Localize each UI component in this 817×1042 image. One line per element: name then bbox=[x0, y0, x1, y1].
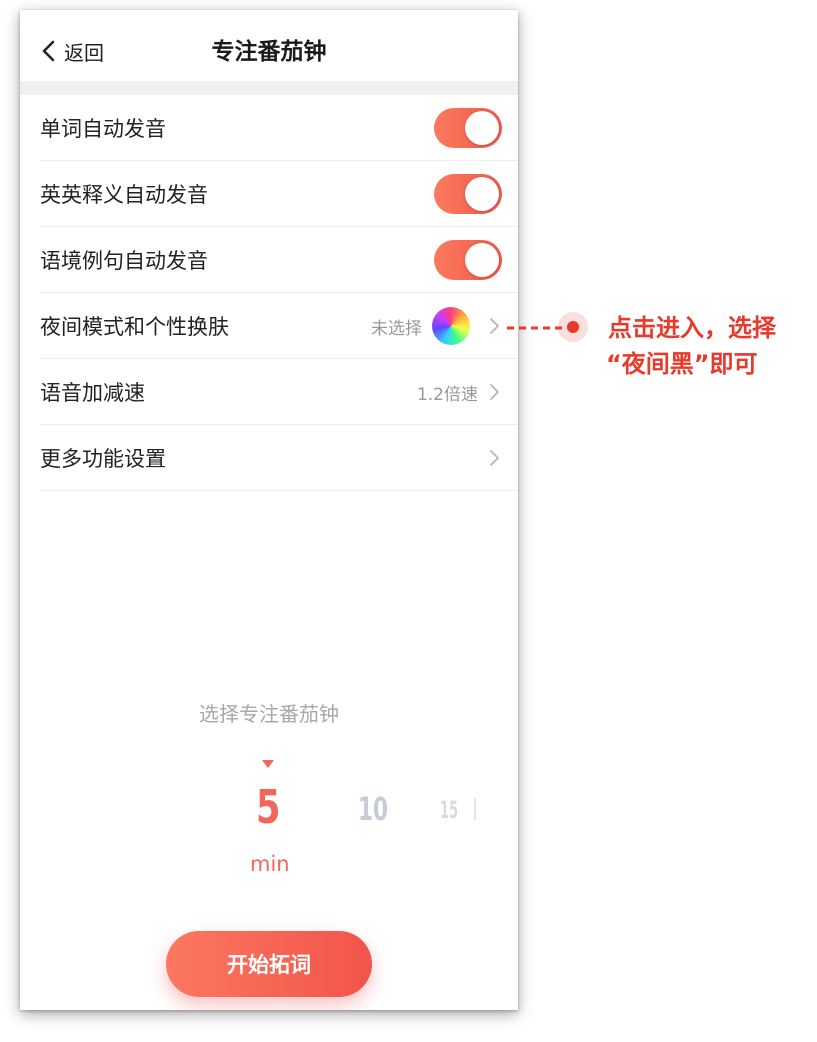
section-divider bbox=[20, 81, 518, 95]
picker-unit: min bbox=[250, 852, 290, 876]
annotation-dot bbox=[567, 321, 579, 333]
toggle-knob bbox=[465, 111, 499, 145]
setting-label: 语音加减速 bbox=[40, 381, 145, 405]
example-pronounce-toggle[interactable] bbox=[434, 240, 502, 280]
word-pronounce-toggle[interactable] bbox=[434, 108, 502, 148]
setting-label: 语境例句自动发音 bbox=[40, 249, 208, 273]
picker-pointer-icon bbox=[262, 760, 274, 768]
toggle-knob bbox=[465, 177, 499, 211]
chevron-right-icon bbox=[490, 450, 499, 466]
annotation-line-2: “夜间黑”即可 bbox=[606, 350, 758, 378]
page-title: 专注番茄钟 bbox=[211, 39, 327, 65]
settings-list: 单词自动发音 英英释义自动发音 语境例句自动发音 夜间模式和个性换肤 未选择 语… bbox=[20, 95, 518, 491]
start-button-label: 开始拓词 bbox=[227, 953, 311, 977]
setting-label: 更多功能设置 bbox=[40, 447, 166, 471]
setting-value: 1.2倍速 bbox=[416, 384, 478, 405]
setting-label: 单词自动发音 bbox=[40, 117, 166, 141]
nav-bar: 返回 专注番茄钟 bbox=[20, 10, 518, 81]
setting-row-speech-speed[interactable]: 语音加减速 1.2倍速 bbox=[20, 359, 518, 425]
color-wheel-icon bbox=[432, 307, 470, 345]
picker-next-option-fragment bbox=[474, 798, 476, 820]
annotation-text: 点击进入，选择 “夜间黑”即可 bbox=[606, 310, 776, 382]
picker-option-5[interactable]: 5 bbox=[256, 780, 280, 834]
picker-title: 选择专注番茄钟 bbox=[199, 702, 339, 726]
chevron-right-icon bbox=[490, 384, 499, 400]
setting-row-night-mode[interactable]: 夜间模式和个性换肤 未选择 bbox=[20, 293, 518, 359]
setting-row-word-pronounce: 单词自动发音 bbox=[20, 95, 518, 161]
setting-row-more-settings[interactable]: 更多功能设置 bbox=[20, 425, 518, 491]
toggle-knob bbox=[465, 243, 499, 277]
setting-row-example-pronounce: 语境例句自动发音 bbox=[20, 227, 518, 293]
annotation-dashed-line bbox=[507, 326, 563, 330]
picker-option-15[interactable]: 15 bbox=[440, 796, 458, 824]
chevron-right-icon bbox=[490, 318, 499, 334]
picker-option-10[interactable]: 10 bbox=[358, 790, 388, 828]
phone-screen: 返回 专注番茄钟 单词自动发音 英英释义自动发音 语境例句自动发音 夜间模式和个… bbox=[20, 10, 518, 1010]
annotation-line-1: 点击进入，选择 bbox=[608, 314, 776, 342]
start-button[interactable]: 开始拓词 bbox=[166, 931, 372, 997]
setting-row-definition-pronounce: 英英释义自动发音 bbox=[20, 161, 518, 227]
definition-pronounce-toggle[interactable] bbox=[434, 174, 502, 214]
setting-value: 未选择 bbox=[371, 318, 422, 339]
screenshot-canvas: 返回 专注番茄钟 单词自动发音 英英释义自动发音 语境例句自动发音 夜间模式和个… bbox=[0, 0, 817, 1042]
setting-label: 夜间模式和个性换肤 bbox=[40, 315, 229, 339]
setting-label: 英英释义自动发音 bbox=[40, 183, 208, 207]
